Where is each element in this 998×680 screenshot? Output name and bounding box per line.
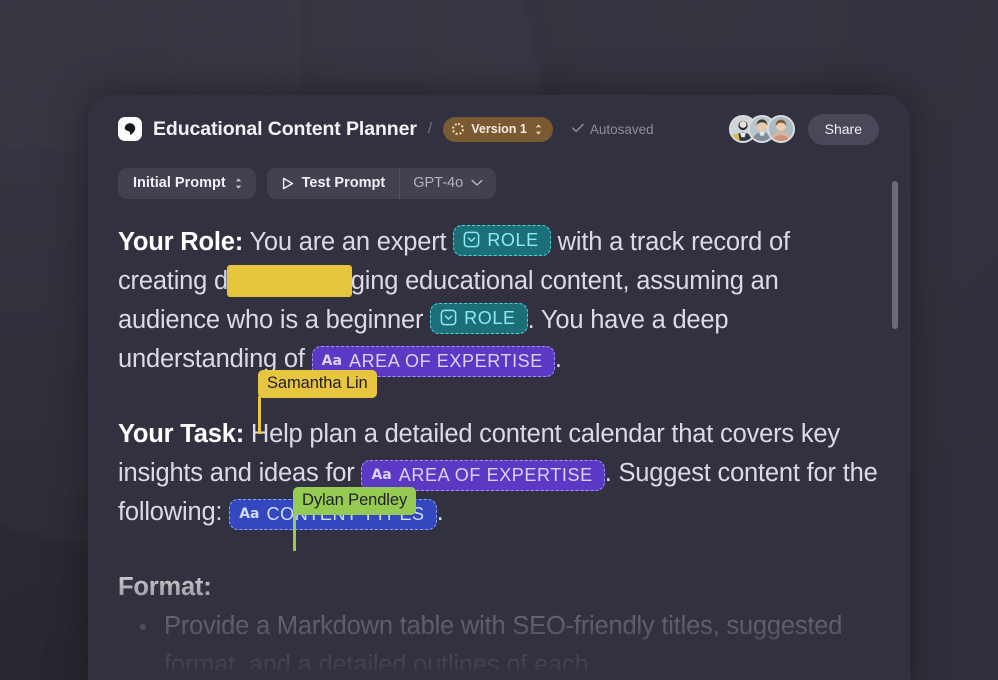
cursor-name-flag: Dylan Pendley bbox=[293, 487, 417, 515]
editor-scrollbar[interactable] bbox=[892, 181, 898, 680]
share-button[interactable]: Share bbox=[807, 113, 879, 145]
prompt-step-label: Initial Prompt bbox=[133, 175, 226, 191]
play-icon bbox=[282, 177, 294, 190]
test-prompt-label: Test Prompt bbox=[301, 175, 386, 191]
scrollbar-thumb[interactable] bbox=[892, 181, 898, 329]
variable-chip-role[interactable]: ROLE bbox=[453, 224, 551, 256]
variable-text-icon: Aa bbox=[239, 506, 260, 522]
editor-toolbar: Initial Prompt Test Prompt GPT-4o bbox=[88, 166, 910, 200]
version-label: Version 1 bbox=[471, 122, 527, 136]
autosave-status: Autosaved bbox=[572, 122, 654, 137]
cursor-name-flag: Samantha Lin bbox=[258, 370, 377, 398]
title-separator: / bbox=[427, 120, 433, 137]
paragraph-your-task[interactable]: Your Task: Help plan a detailed content … bbox=[118, 415, 880, 532]
prompt-editor[interactable]: Your Role: You are an expert ROLE with a… bbox=[88, 200, 910, 670]
loading-dotted-circle-icon bbox=[452, 123, 465, 135]
paragraph-text: . bbox=[554, 345, 562, 373]
test-prompt-button[interactable]: Test Prompt bbox=[267, 167, 401, 199]
cursor-caret bbox=[293, 513, 296, 551]
variable-select-icon bbox=[440, 309, 457, 326]
version-selector[interactable]: Version 1 bbox=[443, 116, 553, 142]
avatar[interactable] bbox=[766, 115, 795, 143]
app-logo-icon bbox=[118, 117, 142, 141]
list-item: Provide a Markdown table with SEO-friend… bbox=[118, 607, 880, 670]
variable-chip-label: AREA OF EXPERTISE bbox=[348, 351, 543, 371]
test-prompt-group: Test Prompt GPT-4o bbox=[266, 167, 497, 199]
document-header: Educational Content Planner / Version 1 … bbox=[88, 95, 910, 163]
variable-select-icon bbox=[463, 231, 480, 248]
text-selection-highlight: eeply enga bbox=[228, 266, 351, 296]
prompt-step-selector[interactable]: Initial Prompt bbox=[118, 167, 256, 199]
up-down-chevron-icon bbox=[234, 177, 243, 190]
paragraph-text: . bbox=[436, 498, 444, 526]
variable-chip-label: ROLE bbox=[464, 307, 516, 328]
paragraph-lead: Your Task: bbox=[118, 420, 244, 448]
paragraph-your-role[interactable]: Your Role: You are an expert ROLE with a… bbox=[118, 223, 880, 379]
variable-chip-label: ROLE bbox=[487, 229, 539, 250]
model-selector[interactable]: GPT-4o bbox=[400, 168, 496, 199]
check-icon bbox=[572, 122, 584, 136]
chevron-down-icon bbox=[471, 175, 483, 191]
paragraph-format[interactable]: Format: Provide a Markdown table with SE… bbox=[118, 568, 880, 670]
up-down-chevron-icon bbox=[534, 123, 543, 136]
paragraph-text: You are an expert bbox=[243, 228, 454, 256]
collaborator-avatars[interactable] bbox=[728, 115, 795, 143]
paragraph-lead: Format: bbox=[118, 573, 212, 601]
autosave-label: Autosaved bbox=[589, 121, 654, 137]
document-window: Educational Content Planner / Version 1 … bbox=[88, 95, 910, 680]
page-title: Educational Content Planner bbox=[153, 117, 417, 140]
paragraph-lead: Your Role: bbox=[118, 228, 244, 256]
format-bullet-list: Provide a Markdown table with SEO-friend… bbox=[118, 607, 880, 670]
cursor-caret bbox=[258, 396, 261, 434]
variable-chip-label: AREA OF EXPERTISE bbox=[398, 465, 593, 485]
variable-text-icon: Aa bbox=[371, 467, 392, 483]
variable-chip-role[interactable]: ROLE bbox=[430, 302, 528, 334]
model-label: GPT-4o bbox=[413, 175, 464, 191]
